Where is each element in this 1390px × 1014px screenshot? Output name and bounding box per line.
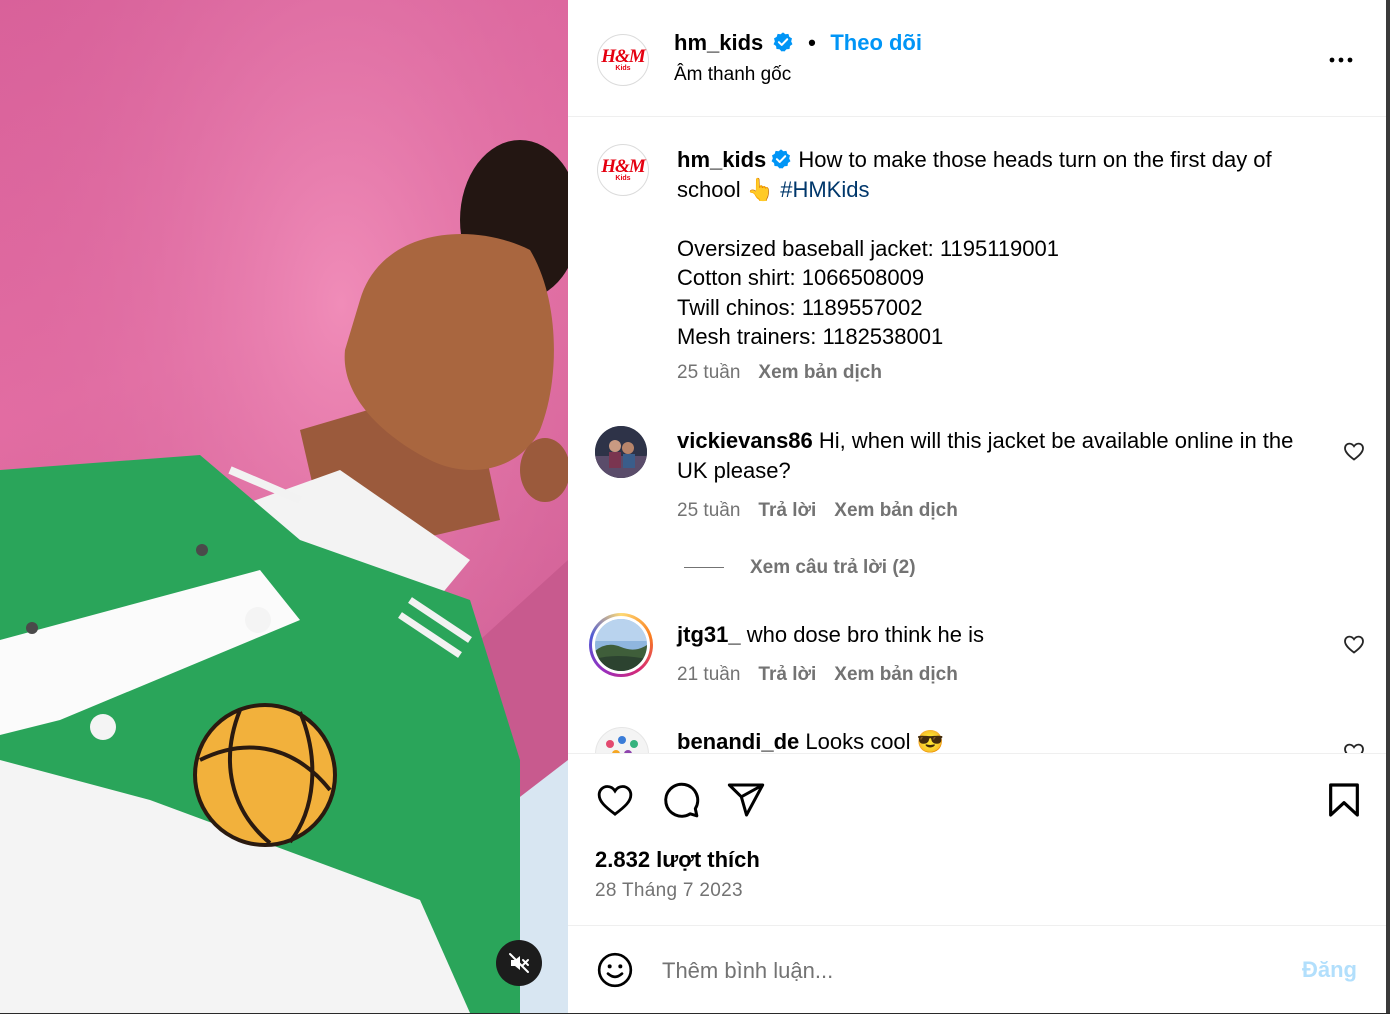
avatar-photo	[595, 426, 647, 478]
comment-icon[interactable]	[661, 780, 701, 820]
author-avatar[interactable]: H&M Kids	[597, 34, 649, 86]
avatar-photo	[606, 736, 638, 753]
caption-meta: 25 tuần Xem bản dịch	[677, 362, 882, 384]
audio-label[interactable]: Âm thanh gốc	[674, 64, 791, 86]
comment-time[interactable]: 25 tuần	[677, 500, 740, 521]
share-icon[interactable]	[726, 780, 766, 820]
translate-button[interactable]: Xem bản dịch	[834, 500, 958, 521]
comment-username[interactable]: vickievans86	[677, 428, 813, 453]
author-line: hm_kids • Theo dõi	[674, 30, 922, 56]
mute-button[interactable]	[496, 940, 542, 986]
post-comment-button[interactable]: Đăng	[1302, 957, 1357, 983]
caption-line: Mesh trainers: 1182538001	[677, 324, 944, 349]
view-replies-label: Xem câu trả lời (2)	[750, 557, 916, 578]
bookmark-icon[interactable]	[1324, 780, 1364, 820]
post-actions: 2.832 lượt thích 28 Tháng 7 2023	[568, 753, 1390, 926]
caption-time[interactable]: 25 tuần	[677, 362, 740, 383]
caption-hashtag[interactable]: #HMKids	[780, 177, 869, 202]
commenter-avatar	[595, 619, 647, 671]
brand-logo-sub: Kids	[615, 174, 631, 182]
caption: hm_kids How to make those heads turn on …	[677, 145, 1337, 352]
comment-username[interactable]: benandi_de	[677, 729, 799, 753]
likes-count[interactable]: 2.832 lượt thích	[595, 847, 760, 873]
separator-dot: •	[808, 30, 816, 55]
comment-body: vickievans86 Hi, when will this jacket b…	[677, 426, 1317, 485]
caption-line: Twill chinos: 1189557002	[677, 294, 923, 320]
post-date[interactable]: 28 Tháng 7 2023	[595, 880, 743, 902]
mute-icon	[509, 953, 529, 973]
caption-avatar[interactable]: H&M Kids	[597, 144, 649, 196]
comment-text: who dose bro think he is	[746, 622, 984, 647]
emoji-icon[interactable]	[595, 950, 635, 990]
more-options-icon	[1329, 57, 1353, 63]
comment-meta: 25 tuần Trả lời Xem bản dịch	[677, 500, 958, 522]
more-options-button[interactable]	[1322, 45, 1362, 75]
brand-logo: H&M	[601, 155, 645, 177]
like-comment-heart-icon[interactable]	[1342, 740, 1366, 753]
caption-line: Cotton shirt: 1066508009	[677, 265, 925, 290]
like-comment-heart-icon[interactable]	[1342, 632, 1366, 656]
comment-meta: 21 tuần Trả lời Xem bản dịch	[677, 664, 958, 686]
post-header: H&M Kids hm_kids • Theo dõi Âm thanh gốc	[568, 0, 1390, 117]
caption-username[interactable]: hm_kids	[677, 147, 766, 172]
comment-body: jtg31_ who dose bro think he is	[677, 620, 1317, 650]
avatar-photo	[595, 619, 647, 671]
translate-button[interactable]: Xem bản dịch	[834, 664, 958, 685]
caption-translate-button[interactable]: Xem bản dịch	[758, 362, 882, 383]
post-media[interactable]	[0, 0, 568, 1013]
reply-button[interactable]: Trả lời	[758, 664, 816, 685]
verified-badge-icon	[773, 32, 793, 52]
author-username[interactable]: hm_kids	[674, 30, 763, 55]
follow-button[interactable]: Theo dõi	[830, 30, 922, 55]
post-details-panel: H&M Kids hm_kids • Theo dõi Âm thanh gốc…	[568, 0, 1390, 1013]
comment-username[interactable]: jtg31_	[677, 622, 741, 647]
replies-divider	[684, 567, 724, 569]
caption-line: Oversized baseball jacket: 1195119001	[677, 235, 1059, 261]
view-replies-button[interactable]: Xem câu trả lời (2)	[684, 557, 916, 579]
verified-badge-icon	[771, 149, 791, 169]
commenter-avatar[interactable]	[595, 426, 647, 478]
comment-composer: Đăng	[568, 925, 1390, 1014]
comments-list[interactable]: H&M Kids hm_kids How to make those heads…	[568, 117, 1390, 753]
post-video-frame	[0, 0, 568, 1013]
comment-time[interactable]: 21 tuần	[677, 664, 740, 685]
reply-button[interactable]: Trả lời	[758, 500, 816, 521]
brand-logo-sub: Kids	[615, 64, 631, 72]
heart-icon[interactable]	[595, 780, 635, 820]
comment-input[interactable]	[660, 948, 1264, 994]
brand-logo: H&M	[601, 45, 645, 67]
like-comment-heart-icon[interactable]	[1342, 439, 1366, 463]
comment-text: Looks cool 😎	[805, 729, 945, 753]
story-ring[interactable]	[589, 613, 653, 677]
comment-body: benandi_de Looks cool 😎	[677, 727, 1317, 753]
window-edge	[1386, 0, 1390, 1013]
commenter-avatar[interactable]	[595, 727, 649, 753]
